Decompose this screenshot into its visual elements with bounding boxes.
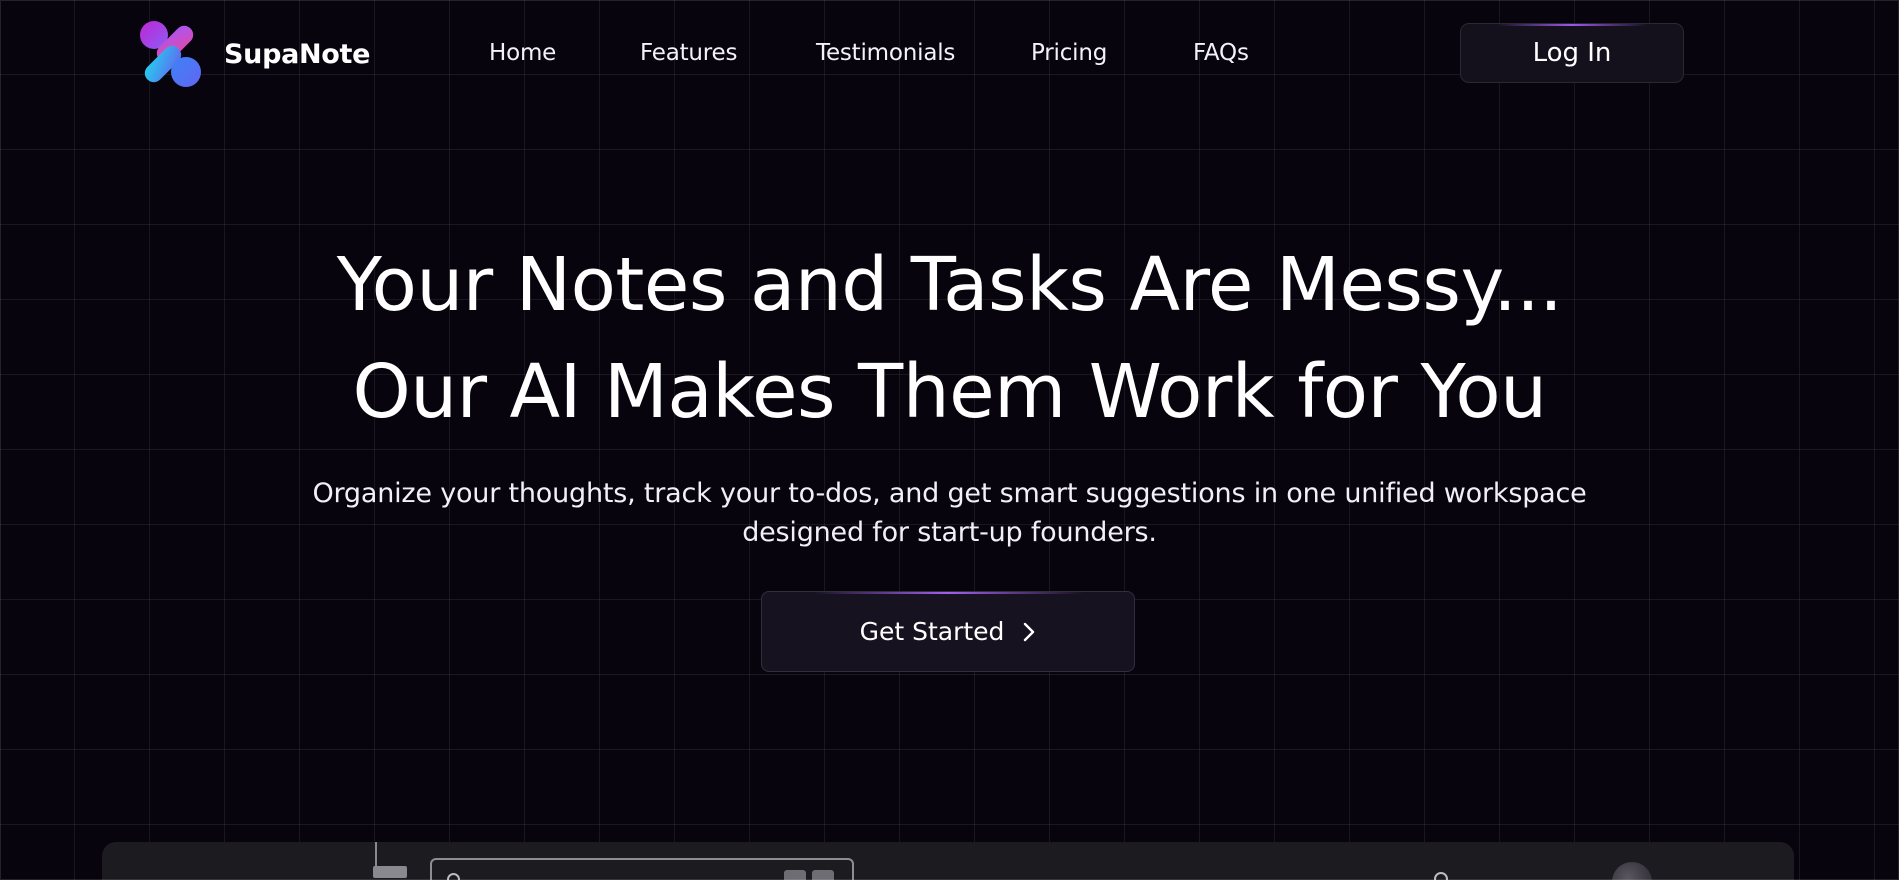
search-icon <box>1434 872 1448 880</box>
landing-page: SupaNote Home Features Testimonials Pric… <box>0 0 1899 880</box>
top-navigation: SupaNote Home Features Testimonials Pric… <box>0 0 1899 110</box>
nav-link-features[interactable]: Features <box>640 40 737 66</box>
app-preview-window <box>102 842 1794 880</box>
preview-divider <box>375 842 377 868</box>
hero-title-line-1: Your Notes and Tasks Are Messy... <box>336 242 1563 328</box>
preview-divider-base <box>373 866 407 878</box>
get-started-button[interactable]: Get Started <box>761 591 1135 672</box>
nav-link-pricing[interactable]: Pricing <box>1031 40 1107 66</box>
nav-link-faqs[interactable]: FAQs <box>1193 40 1249 66</box>
shortcut-key-icon <box>784 870 806 880</box>
login-button[interactable]: Log In <box>1460 23 1684 83</box>
hero-subtitle: Organize your thoughts, track your to-do… <box>312 478 1587 548</box>
chevron-right-icon <box>1024 622 1035 641</box>
hero-title-line-2: Our AI Makes Them Work for You <box>352 349 1547 435</box>
nav-link-home[interactable]: Home <box>489 40 556 66</box>
nav-link-testimonials[interactable]: Testimonials <box>816 40 955 66</box>
get-started-label: Get Started <box>859 617 1005 646</box>
search-icon <box>447 873 460 880</box>
preview-search-bar <box>430 858 854 880</box>
avatar <box>1612 862 1652 880</box>
shortcut-key-icon <box>812 870 834 880</box>
hero-title: Your Notes and Tasks Are Messy... Our AI… <box>0 232 1899 446</box>
